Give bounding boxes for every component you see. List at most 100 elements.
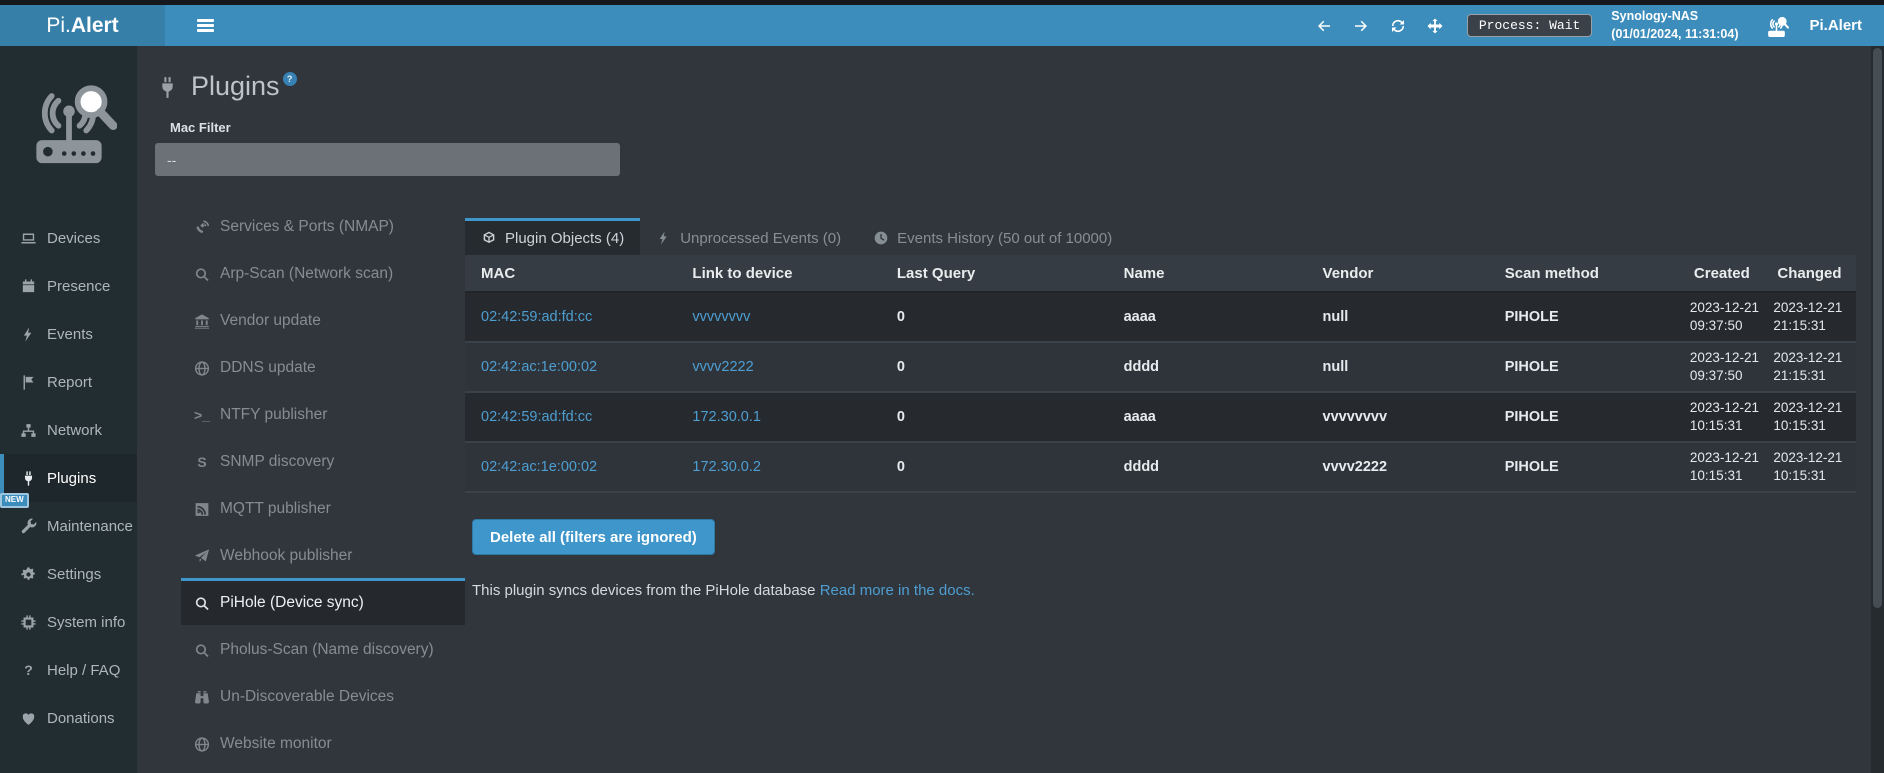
main-content: Plugins ? Mac Filter Services & Ports (N… — [137, 46, 1884, 773]
tab-events-history-50-out-of-10000[interactable]: Events History (50 out of 10000) — [857, 218, 1128, 255]
cell-created: 2023-12-2110:15:31 — [1678, 392, 1761, 442]
cell-changed: 2023-12-2121:15:31 — [1761, 292, 1856, 342]
column-header-vendor: Vendor — [1307, 255, 1489, 292]
plugin-nav-item-webhook-publisher[interactable]: Webhook publisher — [181, 531, 465, 578]
plugin-nav-item-ddns-update[interactable]: DDNS update — [181, 343, 465, 390]
page-header: Plugins ? — [155, 68, 1856, 104]
search-icon — [193, 595, 211, 612]
plugin-nav-item-arp-scan-network-scan[interactable]: Arp-Scan (Network scan) — [181, 249, 465, 296]
wrench-icon — [19, 518, 38, 535]
sidebar-item-system-info[interactable]: System info — [0, 598, 137, 646]
cell-mac-link[interactable]: 02:42:ac:1e:00:02 — [481, 359, 597, 375]
tab-bar: Plugin Objects (4)Unprocessed Events (0)… — [465, 218, 1856, 255]
cell-name: dddd — [1108, 342, 1307, 392]
plugin-nav-item-vendor-update[interactable]: Vendor update — [181, 296, 465, 343]
process-status-badge: Process: Wait — [1467, 14, 1592, 37]
sidebar-item-presence[interactable]: Presence — [0, 262, 137, 310]
back-icon[interactable] — [1315, 17, 1333, 35]
cell-vendor: vvvvvvvv — [1307, 392, 1489, 442]
tab-plugin-objects-4[interactable]: Plugin Objects (4) — [465, 218, 640, 255]
plugin-nav-item-snmp-discovery[interactable]: SSNMP discovery — [181, 437, 465, 484]
plugin-description-text: This plugin syncs devices from the PiHol… — [472, 582, 816, 599]
router-search-logo — [21, 60, 117, 178]
sidebar-item-donations[interactable]: Donations — [0, 694, 137, 742]
cell-link-to-device-link[interactable]: 172.30.0.2 — [692, 459, 761, 475]
clock-icon — [873, 230, 889, 246]
navbar-main: Process: Wait Synology-NAS (01/01/2024, … — [165, 5, 1884, 46]
plugins-panel: Services & Ports (NMAP)Arp-Scan (Network… — [155, 202, 1856, 766]
column-header-link-to-device: Link to device — [676, 255, 880, 292]
bolt-icon — [19, 326, 38, 343]
app-logo-prefix: Pi. — [46, 14, 71, 38]
scrollbar-thumb[interactable] — [1873, 48, 1882, 608]
sidebar-item-maintenance[interactable]: MaintenanceNEW — [0, 502, 137, 550]
sidebar-item-help-faq[interactable]: ?Help / FAQ — [0, 646, 137, 694]
paper-plane-icon — [193, 548, 211, 565]
cell-name: dddd — [1108, 442, 1307, 492]
cell-mac-link[interactable]: 02:42:59:ad:fd:cc — [481, 309, 592, 325]
cell-link-to-device: vvvv2222 — [676, 342, 880, 392]
column-header-changed: Changed — [1761, 255, 1856, 292]
cell-name: aaaa — [1108, 392, 1307, 442]
plug-icon — [19, 470, 38, 487]
satellite-dish-icon — [193, 219, 211, 236]
table-header-row: MACLink to deviceLast QueryNameVendorSca… — [465, 255, 1856, 292]
sidebar-item-devices[interactable]: Devices — [0, 214, 137, 262]
plugin-nav-item-ntfy-publisher[interactable]: >_NTFY publisher — [181, 390, 465, 437]
cell-created: 2023-12-2110:15:31 — [1678, 442, 1761, 492]
globe-icon — [193, 736, 211, 753]
plugin-nav-item-website-monitor[interactable]: Website monitor — [181, 719, 465, 766]
brand-text: Pi.Alert — [1809, 17, 1862, 34]
cell-link-to-device-link[interactable]: 172.30.0.1 — [692, 409, 761, 425]
cell-last-query: 0 — [881, 392, 1108, 442]
mac-filter-input[interactable] — [155, 143, 620, 176]
sidebar-item-settings[interactable]: Settings — [0, 550, 137, 598]
host-info[interactable]: Synology-NAS (01/01/2024, 11:31:04) — [1611, 8, 1738, 43]
delete-all-button[interactable]: Delete all (filters are ignored) — [472, 519, 715, 555]
sidebar-toggle-button[interactable] — [193, 13, 218, 39]
app-logo-bold: Alert — [71, 14, 119, 38]
cell-link-to-device-link[interactable]: vvvv2222 — [692, 359, 753, 375]
rss-icon — [193, 501, 211, 518]
cell-link-to-device: 172.30.0.1 — [676, 392, 880, 442]
mac-filter-label: Mac Filter — [170, 120, 1856, 135]
navbar-right-group: Process: Wait Synology-NAS (01/01/2024, … — [1315, 8, 1868, 43]
move-icon[interactable] — [1426, 17, 1444, 35]
column-header-scan-method: Scan method — [1489, 255, 1678, 292]
cell-link-to-device-link[interactable]: vvvvvvvv — [692, 309, 750, 325]
read-more-link[interactable]: Read more in the docs. — [820, 582, 975, 599]
plugin-nav-item-services-ports-nmap[interactable]: Services & Ports (NMAP) — [181, 202, 465, 249]
cell-mac-link[interactable]: 02:42:59:ad:fd:cc — [481, 409, 592, 425]
app-logo[interactable]: Pi.Alert — [0, 5, 165, 46]
plugin-nav-item-mqtt-publisher[interactable]: MQTT publisher — [181, 484, 465, 531]
sidebar-item-report[interactable]: Report — [0, 358, 137, 406]
tab-unprocessed-events-0[interactable]: Unprocessed Events (0) — [640, 218, 857, 255]
refresh-icon[interactable] — [1389, 17, 1407, 35]
cell-vendor: null — [1307, 342, 1489, 392]
column-header-name: Name — [1108, 255, 1307, 292]
cell-changed: 2023-12-2121:15:31 — [1761, 342, 1856, 392]
sidebar-item-events[interactable]: Events — [0, 310, 137, 358]
page-title: Plugins — [191, 68, 280, 104]
flag-icon — [19, 374, 38, 391]
cell-last-query: 0 — [881, 342, 1108, 392]
plugin-nav-item-pholus-scan-name-discovery[interactable]: Pholus-Scan (Name discovery) — [181, 625, 465, 672]
plugin-nav-item-un-discoverable-devices[interactable]: Un-Discoverable Devices — [181, 672, 465, 719]
page-scrollbar[interactable] — [1871, 46, 1884, 773]
new-badge: NEW — [0, 493, 29, 508]
cell-scan-method: PIHOLE — [1489, 292, 1678, 342]
table-row: 02:42:59:ad:fd:ccvvvvvvvv0aaaanullPIHOLE… — [465, 292, 1856, 342]
cell-mac: 02:42:ac:1e:00:02 — [465, 442, 676, 492]
plugin-nav: Services & Ports (NMAP)Arp-Scan (Network… — [155, 202, 465, 766]
cell-last-query: 0 — [881, 292, 1108, 342]
cell-changed: 2023-12-2110:15:31 — [1761, 442, 1856, 492]
plugin-nav-item-pihole-device-sync[interactable]: PiHole (Device sync) — [181, 578, 465, 625]
help-badge[interactable]: ? — [283, 72, 297, 86]
gear-icon — [19, 566, 38, 583]
forward-icon[interactable] — [1352, 17, 1370, 35]
cell-mac-link[interactable]: 02:42:ac:1e:00:02 — [481, 459, 597, 475]
sidebar-item-network[interactable]: Network — [0, 406, 137, 454]
plugin-detail: Plugin Objects (4)Unprocessed Events (0)… — [465, 218, 1856, 599]
table-row: 02:42:ac:1e:00:02vvvv22220ddddnullPIHOLE… — [465, 342, 1856, 392]
cell-vendor: null — [1307, 292, 1489, 342]
